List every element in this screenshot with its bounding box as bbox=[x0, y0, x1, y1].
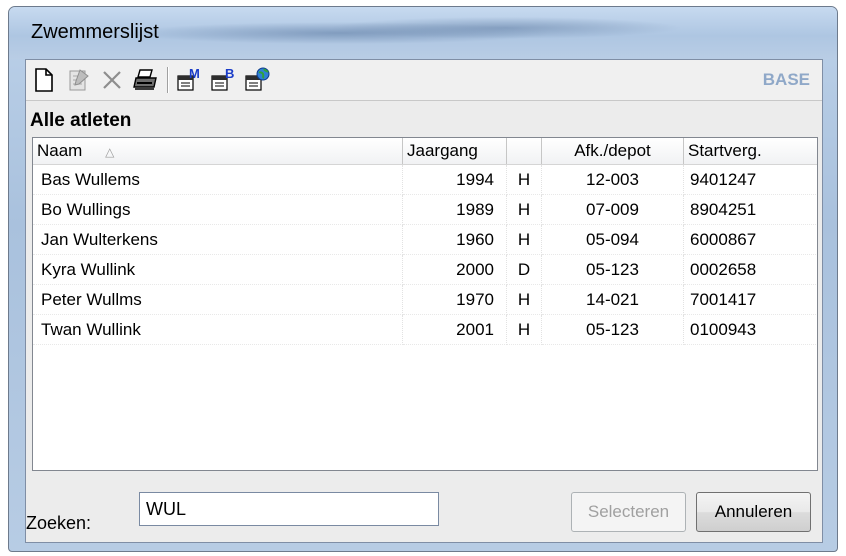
cell-afk-depot: 14-021 bbox=[542, 285, 684, 315]
title-bar[interactable]: Zwemmerslijst bbox=[9, 7, 837, 59]
cell-geslacht: H bbox=[507, 225, 542, 255]
section-title: Alle atleten bbox=[30, 110, 132, 131]
cell-geslacht: H bbox=[507, 165, 542, 195]
sort-ascending-icon: △ bbox=[105, 145, 115, 159]
svg-text:B: B bbox=[225, 67, 234, 81]
cell-jaargang: 2001 bbox=[403, 315, 507, 345]
cell-naam: Jan Wulterkens bbox=[33, 225, 403, 255]
cell-naam: Twan Wullink bbox=[33, 315, 403, 345]
table-row[interactable]: Peter Wullms 1970 H 14-021 7001417 bbox=[33, 285, 817, 315]
report-b-icon[interactable]: B bbox=[210, 66, 238, 94]
athletes-list[interactable]: Naam △ Jaargang Afk./depot Startverg. Ba… bbox=[32, 137, 818, 471]
cell-afk-depot: 12-003 bbox=[542, 165, 684, 195]
cell-geslacht: H bbox=[507, 315, 542, 345]
cell-naam: Bas Wullems bbox=[33, 165, 403, 195]
cell-afk-depot: 05-094 bbox=[542, 225, 684, 255]
delete-icon[interactable] bbox=[98, 66, 126, 94]
cell-startverg: 8904251 bbox=[684, 195, 817, 225]
cell-naam: Bo Wullings bbox=[33, 195, 403, 225]
svg-text:M: M bbox=[189, 67, 200, 81]
column-header-geslacht[interactable] bbox=[507, 138, 542, 164]
cell-afk-depot: 05-123 bbox=[542, 315, 684, 345]
toolbar: M B BASE bbox=[26, 60, 822, 101]
cell-jaargang: 1960 bbox=[403, 225, 507, 255]
table-row[interactable]: Jan Wulterkens 1960 H 05-094 6000867 bbox=[33, 225, 817, 255]
cell-startverg: 7001417 bbox=[684, 285, 817, 315]
cell-jaargang: 2000 bbox=[403, 255, 507, 285]
report-m-icon[interactable]: M bbox=[176, 66, 204, 94]
table-row[interactable]: Kyra Wullink 2000 D 05-123 0002658 bbox=[33, 255, 817, 285]
new-document-icon[interactable] bbox=[30, 66, 58, 94]
cell-afk-depot: 07-009 bbox=[542, 195, 684, 225]
column-header-naam[interactable]: Naam △ bbox=[33, 138, 403, 164]
cell-jaargang: 1970 bbox=[403, 285, 507, 315]
print-icon[interactable] bbox=[132, 66, 160, 94]
cell-jaargang: 1994 bbox=[403, 165, 507, 195]
dialog-client: M B BASE Alle atleten Naam △ Jaargang Af… bbox=[25, 59, 823, 543]
window-title: Zwemmerslijst bbox=[31, 21, 159, 43]
column-header-startverg[interactable]: Startverg. bbox=[684, 138, 817, 164]
cell-startverg: 9401247 bbox=[684, 165, 817, 195]
cell-startverg: 0100943 bbox=[684, 315, 817, 345]
cell-naam: Kyra Wullink bbox=[33, 255, 403, 285]
dialog-window: Zwemmerslijst M B BASE Alle atleten Naam… bbox=[8, 6, 838, 552]
report-web-icon[interactable] bbox=[244, 66, 272, 94]
cell-jaargang: 1989 bbox=[403, 195, 507, 225]
column-header-jaargang[interactable]: Jaargang bbox=[403, 138, 507, 164]
edit-document-icon[interactable] bbox=[64, 66, 92, 94]
select-button[interactable]: Selecteren bbox=[571, 492, 686, 532]
cell-afk-depot: 05-123 bbox=[542, 255, 684, 285]
cell-geslacht: H bbox=[507, 285, 542, 315]
toolbar-separator bbox=[167, 67, 169, 93]
table-row[interactable]: Bas Wullems 1994 H 12-003 9401247 bbox=[33, 165, 817, 195]
table-row[interactable]: Bo Wullings 1989 H 07-009 8904251 bbox=[33, 195, 817, 225]
cell-geslacht: D bbox=[507, 255, 542, 285]
cancel-button[interactable]: Annuleren bbox=[696, 492, 811, 532]
cell-geslacht: H bbox=[507, 195, 542, 225]
list-header: Naam △ Jaargang Afk./depot Startverg. bbox=[33, 138, 817, 165]
cell-startverg: 0002658 bbox=[684, 255, 817, 285]
cell-naam: Peter Wullms bbox=[33, 285, 403, 315]
search-input[interactable] bbox=[139, 492, 439, 526]
column-header-afk-depot[interactable]: Afk./depot bbox=[542, 138, 684, 164]
table-row[interactable]: Twan Wullink 2001 H 05-123 0100943 bbox=[33, 315, 817, 345]
base-label: BASE bbox=[762, 70, 810, 89]
cell-startverg: 6000867 bbox=[684, 225, 817, 255]
search-label: Zoeken: bbox=[26, 513, 92, 533]
